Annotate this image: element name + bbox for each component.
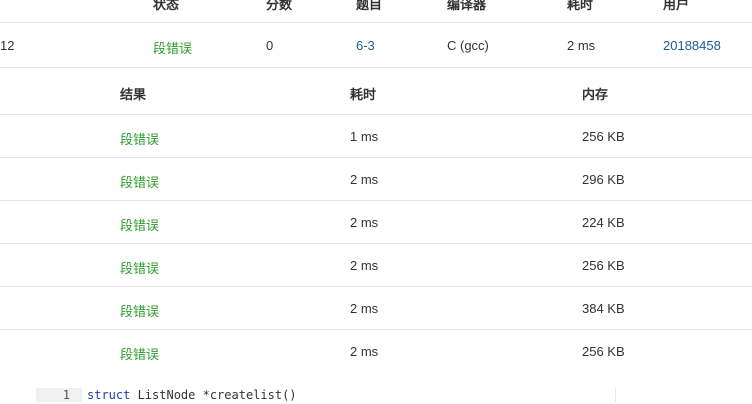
header-problem: 题目 bbox=[356, 0, 383, 12]
result-cell: 段错误 bbox=[120, 347, 160, 362]
divider bbox=[0, 243, 752, 244]
divider bbox=[0, 157, 752, 158]
header-memory: 内存 bbox=[582, 87, 609, 102]
memory-cell: 256 KB bbox=[582, 129, 625, 144]
submission-id: 12 bbox=[0, 38, 15, 53]
submission-score: 0 bbox=[266, 38, 274, 53]
result-cell: 段错误 bbox=[120, 218, 160, 233]
submission-status[interactable]: 段错误 bbox=[153, 38, 192, 57]
header-compiler: 编译器 bbox=[447, 0, 487, 12]
memory-cell: 296 KB bbox=[582, 172, 625, 187]
time-cell: 2 ms bbox=[350, 301, 379, 316]
header-status: 状态 bbox=[153, 0, 180, 12]
time-cell: 2 ms bbox=[350, 344, 379, 359]
header-result: 结果 bbox=[120, 87, 147, 102]
code-rest: ListNode *createlist() bbox=[130, 388, 297, 402]
header-detail-time: 耗时 bbox=[350, 87, 377, 102]
header-time: 耗时 bbox=[567, 0, 594, 12]
result-cell: 段错误 bbox=[120, 175, 160, 190]
submission-compiler: C (gcc) bbox=[447, 38, 489, 53]
code-ruler bbox=[615, 388, 616, 402]
user-link[interactable]: 20188458 bbox=[663, 38, 721, 53]
divider bbox=[0, 22, 752, 23]
result-cell: 段错误 bbox=[120, 304, 160, 319]
code-keyword: struct bbox=[87, 388, 131, 402]
result-cell: 段错误 bbox=[120, 261, 160, 276]
result-cell: 段错误 bbox=[120, 132, 160, 147]
header-user: 用户 bbox=[663, 0, 690, 12]
divider bbox=[0, 67, 752, 68]
problem-link[interactable]: 6-3 bbox=[356, 38, 375, 53]
submission-time: 2 ms bbox=[567, 38, 596, 53]
time-cell: 2 ms bbox=[350, 215, 379, 230]
time-cell: 2 ms bbox=[350, 172, 379, 187]
time-cell: 1 ms bbox=[350, 129, 379, 144]
divider bbox=[0, 286, 752, 287]
memory-cell: 224 KB bbox=[582, 215, 625, 230]
divider bbox=[0, 329, 752, 330]
time-cell: 2 ms bbox=[350, 258, 379, 273]
memory-cell: 256 KB bbox=[582, 344, 625, 359]
divider bbox=[0, 200, 752, 201]
memory-cell: 256 KB bbox=[582, 258, 625, 273]
header-score: 分数 bbox=[266, 0, 293, 12]
divider bbox=[0, 114, 752, 115]
code-line-number: 1 bbox=[36, 388, 82, 402]
memory-cell: 384 KB bbox=[582, 301, 625, 316]
code-line[interactable]: struct ListNode *createlist() bbox=[87, 386, 297, 404]
